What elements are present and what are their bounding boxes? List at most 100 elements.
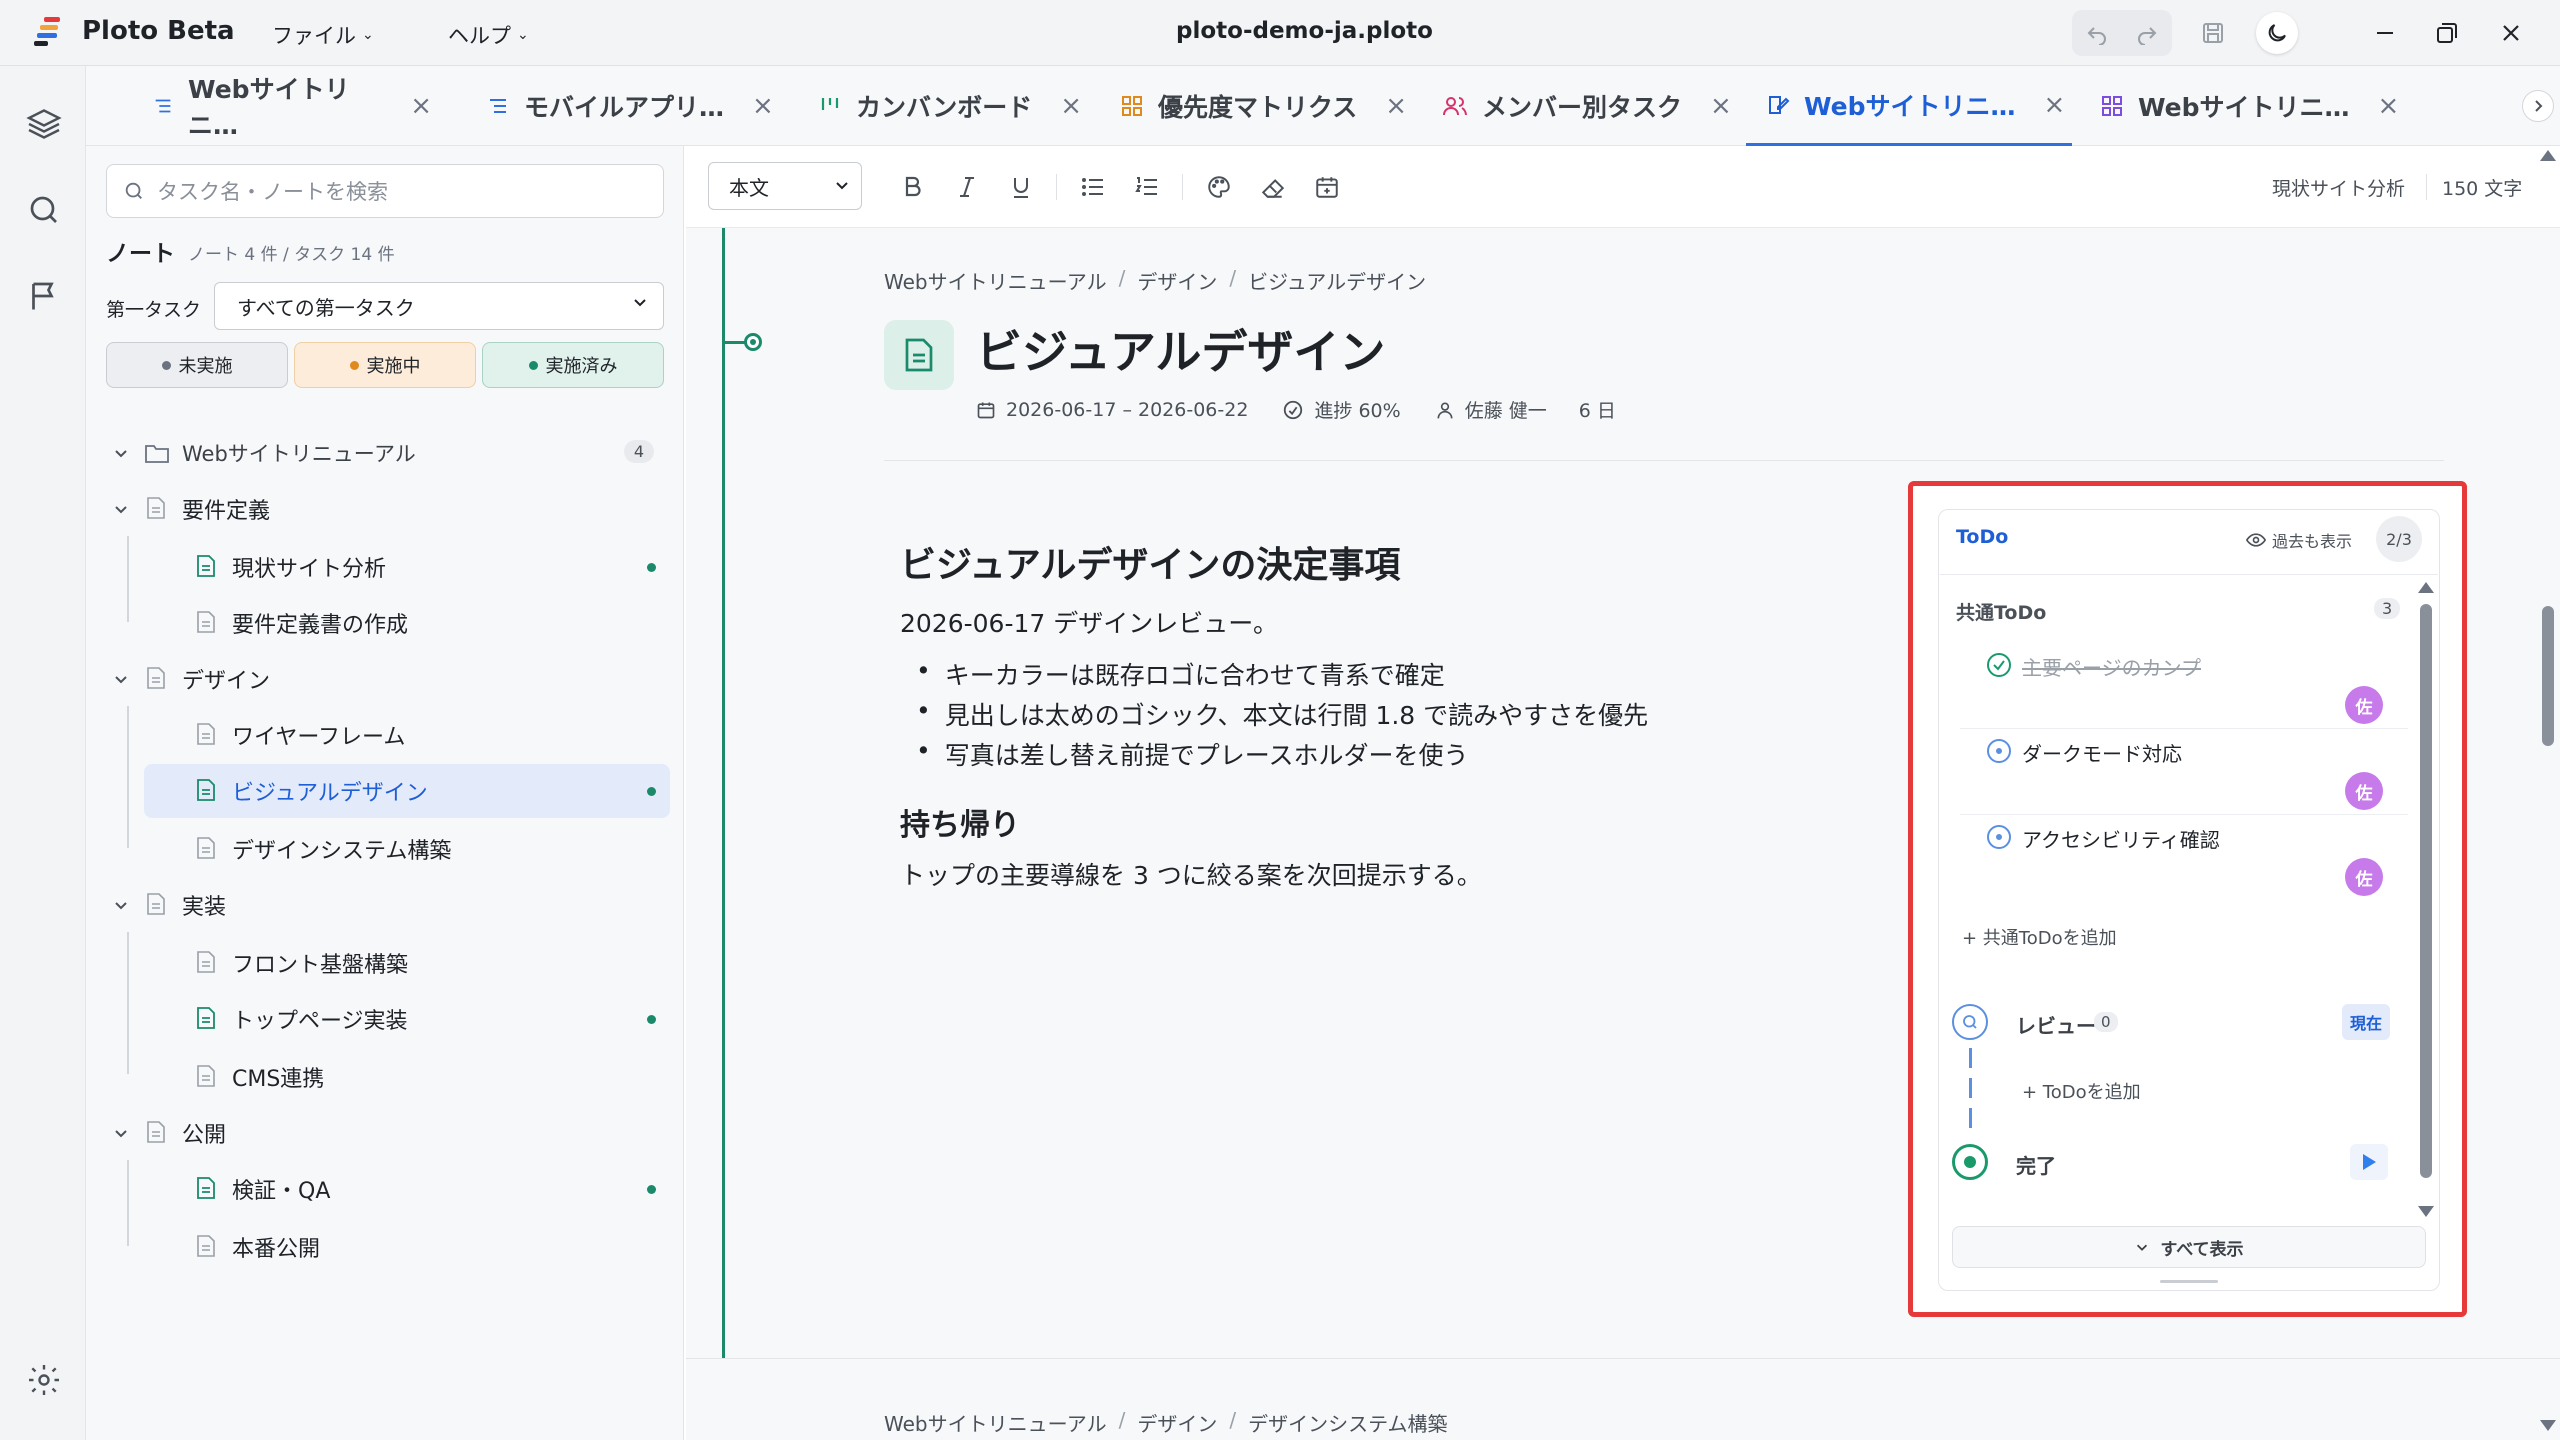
note-paragraph[interactable]: トップの主要導線を 3 つに絞る案を次回提示する。 [900, 856, 1482, 892]
search-icon[interactable] [26, 192, 62, 228]
assignee-avatar[interactable]: 佐 [2345, 772, 2383, 810]
scroll-down-arrow-icon[interactable] [2540, 1420, 2556, 1431]
redo-icon[interactable] [2126, 12, 2168, 54]
show-all-button[interactable]: すべて表示 [1952, 1226, 2426, 1268]
breadcrumb-item[interactable]: デザインシステム構築 [1248, 1408, 1447, 1437]
tree-group-release[interactable]: 公開 [106, 1106, 670, 1160]
note-bullet-item[interactable]: • キーカラーは既存ロゴに合わせて青系で確定 [916, 656, 1445, 692]
numbered-list-icon[interactable] [1132, 172, 1162, 202]
todo-scroll-down-icon[interactable] [2418, 1206, 2434, 1217]
dark-mode-toggle-icon[interactable] [2256, 12, 2298, 54]
note-paragraph[interactable]: 2026-06-17 デザインレビュー。 [900, 604, 1278, 640]
tab-close-icon[interactable]: × [1710, 91, 1732, 121]
tree-item-wireframe[interactable]: ワイヤーフレーム [106, 708, 670, 762]
assignee-avatar[interactable]: 佐 [2345, 686, 2383, 724]
scroll-up-arrow-icon[interactable] [2540, 150, 2556, 161]
note-title[interactable]: ビジュアルデザイン [976, 316, 1385, 382]
resize-handle[interactable] [2160, 1280, 2218, 1283]
chevron-down-icon [106, 896, 136, 914]
todo-scroll-up-icon[interactable] [2418, 582, 2434, 593]
empty-circle-icon[interactable] [1986, 738, 2012, 764]
menu-help[interactable]: ヘルプ ⌄ [448, 20, 529, 50]
breadcrumb-item[interactable]: Webサイトリニューアル [884, 1408, 1107, 1437]
tab-close-icon[interactable]: × [2378, 91, 2400, 121]
tree-item-production-release[interactable]: 本番公開 [106, 1220, 670, 1274]
add-todo-button[interactable]: + ToDoを追加 [2022, 1078, 2141, 1104]
tab-website-note[interactable]: Webサイトリニ… × [1746, 66, 2072, 146]
root-count-badge: 4 [623, 440, 654, 463]
note-heading-followup[interactable]: 持ち帰り [900, 800, 1020, 844]
tree-item-design-system[interactable]: デザインシステム構築 [106, 822, 670, 876]
text-style-select[interactable]: 本文 [708, 162, 862, 210]
menu-file[interactable]: ファイル ⌄ [272, 20, 374, 50]
tree-item-visual-design[interactable]: ビジュアルデザイン [144, 764, 670, 818]
restore-icon[interactable] [2426, 12, 2468, 54]
layers-icon[interactable] [26, 106, 62, 142]
show-past-toggle[interactable]: 過去も表示 [2246, 528, 2352, 552]
tab-kanban[interactable]: カンバンボード × [798, 66, 1108, 146]
tree-group-implementation[interactable]: 実装 [106, 878, 670, 932]
add-shared-todo-button[interactable]: + 共通ToDoを追加 [1962, 924, 2117, 950]
tab-website-list[interactable]: Webサイトリニ… × [132, 66, 432, 146]
note-document-icon [196, 778, 218, 804]
todo-item[interactable]: アクセシビリティ確認 [1986, 822, 2398, 900]
tree-group-requirements[interactable]: 要件定義 [106, 482, 670, 536]
tab-mobile-list[interactable]: モバイルアプリ… × [466, 66, 796, 146]
calendar-add-icon[interactable] [1312, 172, 1342, 202]
close-window-icon[interactable] [2490, 12, 2532, 54]
status-pill-done[interactable]: 実施済み [482, 342, 664, 388]
tree-item-top-page[interactable]: トップページ実装 [106, 992, 670, 1046]
settings-gear-icon[interactable] [26, 1362, 62, 1398]
breadcrumb-separator: / [1229, 1408, 1237, 1432]
palette-icon[interactable] [1204, 172, 1234, 202]
tree-group-design[interactable]: デザイン [106, 652, 670, 706]
breadcrumb-item[interactable]: Webサイトリニューアル [884, 266, 1107, 295]
tab-close-icon[interactable]: × [1385, 91, 1407, 121]
assignee-avatar[interactable]: 佐 [2345, 858, 2383, 896]
tab-scroll-right-icon[interactable] [2522, 90, 2554, 122]
note-bullet-item[interactable]: • 見出しは太めのゴシック、本文は行間 1.8 で読みやすさを優先 [916, 696, 1648, 732]
tab-member-tasks[interactable]: メンバー別タスク × [1422, 66, 1752, 146]
tab-close-icon[interactable]: × [1060, 91, 1082, 121]
search-input[interactable]: タスク名・ノートを検索 [106, 164, 664, 218]
toolbar-divider [1056, 174, 1057, 200]
note-bullet-item[interactable]: • 写真は差し替え前提でプレースホルダーを使う [916, 736, 1469, 772]
play-button[interactable] [2350, 1144, 2388, 1180]
undo-icon[interactable] [2076, 12, 2118, 54]
breadcrumb-item[interactable]: デザイン [1137, 1408, 1217, 1437]
tab-close-icon[interactable]: × [752, 91, 774, 121]
tab-website-grid[interactable]: Webサイトリニ… × [2080, 66, 2410, 146]
underline-icon[interactable] [1006, 172, 1036, 202]
tree-item-qa[interactable]: 検証・QA [106, 1162, 670, 1216]
status-pill-in-progress[interactable]: 実施中 [294, 342, 476, 388]
status-pill-not-started[interactable]: 未実施 [106, 342, 288, 388]
bullet-list-icon[interactable] [1078, 172, 1108, 202]
italic-icon[interactable] [952, 172, 982, 202]
note-duration: 6 日 [1578, 400, 1616, 422]
first-task-select[interactable]: すべての第一タスク [214, 282, 664, 330]
main-scrollbar-thumb[interactable] [2542, 606, 2554, 746]
tree-root-website-renewal[interactable]: Webサイトリニューアル 4 [106, 426, 670, 480]
eraser-icon[interactable] [1258, 172, 1288, 202]
tab-close-icon[interactable]: × [410, 91, 432, 121]
tree-item-requirements-doc[interactable]: 要件定義書の作成 [106, 596, 670, 650]
tree-item-frontend-base[interactable]: フロント基盤構築 [106, 936, 670, 990]
save-icon[interactable] [2192, 12, 2234, 54]
breadcrumb-item[interactable]: デザイン [1137, 266, 1217, 295]
note-heading-decisions[interactable]: ビジュアルデザインの決定事項 [900, 536, 1400, 588]
todo-item[interactable]: 主要ページのカンプ [1986, 650, 2398, 728]
tree-item-current-site-analysis[interactable]: 現状サイト分析 [106, 540, 670, 594]
breadcrumb-item[interactable]: ビジュアルデザイン [1248, 266, 1426, 295]
tree-item-cms[interactable]: CMS連携 [106, 1050, 670, 1104]
minimize-icon[interactable] [2364, 12, 2406, 54]
bold-icon[interactable] [898, 172, 928, 202]
tab-close-icon[interactable]: × [2044, 90, 2066, 120]
flag-icon[interactable] [26, 278, 62, 314]
check-circle-icon[interactable] [1986, 652, 2012, 678]
todo-item[interactable]: ダークモード対応 [1986, 736, 2398, 814]
todo-scrollbar-thumb[interactable] [2420, 604, 2432, 1178]
breadcrumb-separator: / [1118, 1408, 1126, 1432]
empty-circle-icon[interactable] [1986, 824, 2012, 850]
tab-priority-matrix[interactable]: 優先度マトリクス × [1100, 66, 1430, 146]
document-icon [196, 1234, 218, 1260]
